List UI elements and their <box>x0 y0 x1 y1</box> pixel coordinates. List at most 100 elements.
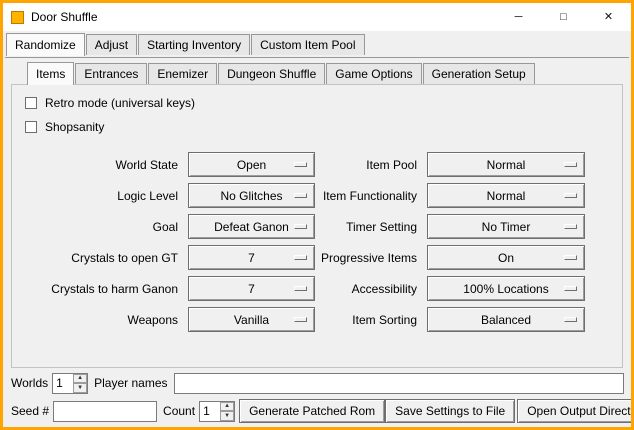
spinner-arrows: ▲ ▼ <box>220 402 234 421</box>
crystals-ganon-label: Crystals to harm Ganon <box>20 282 188 296</box>
dropdown-indicator-icon <box>564 255 577 260</box>
spin-down-icon: ▼ <box>77 385 83 391</box>
form-row: Crystals to harm Ganon 7 Accessibility 1… <box>20 273 622 304</box>
tab-custom-item-pool[interactable]: Custom Item Pool <box>251 34 364 55</box>
dropdown-indicator-icon <box>294 224 307 229</box>
logic-level-dropdown[interactable]: No Glitches <box>188 183 315 208</box>
dropdown-indicator-icon <box>294 286 307 291</box>
dropdown-value: 7 <box>248 282 255 296</box>
tab-dungeon-shuffle[interactable]: Dungeon Shuffle <box>218 63 325 84</box>
app-icon <box>11 11 24 24</box>
tab-enemizer[interactable]: Enemizer <box>148 63 217 84</box>
dropdown-value: 7 <box>248 251 255 265</box>
form-row: Weapons Vanilla Item Sorting Balanced <box>20 304 622 335</box>
spin-up-icon: ▲ <box>77 375 83 381</box>
dropdown-indicator-icon <box>564 193 577 198</box>
spinner-arrows: ▲ ▼ <box>73 374 87 393</box>
dropdown-value: Normal <box>487 158 526 172</box>
dropdown-indicator-icon <box>294 255 307 260</box>
form-row: Goal Defeat Ganon Timer Setting No Timer <box>20 211 622 242</box>
shopsanity-label: Shopsanity <box>45 120 104 134</box>
retro-mode-label: Retro mode (universal keys) <box>45 96 195 110</box>
shopsanity-row: Shopsanity <box>20 115 622 139</box>
player-names-input[interactable] <box>174 373 625 394</box>
tab-generation-setup[interactable]: Generation Setup <box>423 63 535 84</box>
seed-label: Seed # <box>11 404 49 418</box>
item-functionality-label: Item Functionality <box>315 189 427 203</box>
worlds-value: 1 <box>53 374 73 393</box>
worlds-row: Worlds 1 ▲ ▼ Player names <box>11 371 624 395</box>
dropdown-indicator-icon <box>294 317 307 322</box>
tab-starting-inventory[interactable]: Starting Inventory <box>138 34 250 55</box>
tab-items[interactable]: Items <box>27 62 74 85</box>
timer-setting-label: Timer Setting <box>315 220 427 234</box>
crystals-gt-dropdown[interactable]: 7 <box>188 245 315 270</box>
crystals-ganon-dropdown[interactable]: 7 <box>188 276 315 301</box>
goal-dropdown[interactable]: Defeat Ganon <box>188 214 315 239</box>
goal-label: Goal <box>20 220 188 234</box>
maximize-button[interactable]: □ <box>541 3 586 31</box>
count-spin-down-button[interactable]: ▼ <box>220 411 234 421</box>
spin-up-icon: ▲ <box>224 403 230 409</box>
window-title: Door Shuffle <box>31 10 98 24</box>
timer-setting-dropdown[interactable]: No Timer <box>427 214 585 239</box>
generate-patched-rom-button[interactable]: Generate Patched Rom <box>239 399 385 423</box>
weapons-dropdown[interactable]: Vanilla <box>188 307 315 332</box>
minimize-icon: ─ <box>515 12 523 23</box>
worlds-spin-down-button[interactable]: ▼ <box>73 383 87 393</box>
dropdown-indicator-icon <box>564 286 577 291</box>
tab-adjust[interactable]: Adjust <box>86 34 137 55</box>
dropdown-value: Open <box>237 158 266 172</box>
items-pane: Retro mode (universal keys) Shopsanity W… <box>11 84 623 368</box>
window: Door Shuffle ─ □ ✕ Randomize Adjust Star… <box>0 0 634 430</box>
count-spinner[interactable]: 1 ▲ ▼ <box>199 401 235 422</box>
accessibility-dropdown[interactable]: 100% Locations <box>427 276 585 301</box>
item-sorting-dropdown[interactable]: Balanced <box>427 307 585 332</box>
randomize-pane: Items Entrances Enemizer Dungeon Shuffle… <box>5 57 629 425</box>
player-names-label: Player names <box>94 376 167 390</box>
tab-game-options[interactable]: Game Options <box>326 63 421 84</box>
count-spin-up-button[interactable]: ▲ <box>220 402 234 412</box>
worlds-spinner[interactable]: 1 ▲ ▼ <box>52 373 88 394</box>
dropdown-value: Normal <box>487 189 526 203</box>
progressive-items-dropdown[interactable]: On <box>427 245 585 270</box>
tab-randomize[interactable]: Randomize <box>6 33 85 56</box>
worlds-spin-up-button[interactable]: ▲ <box>73 374 87 384</box>
world-state-label: World State <box>20 158 188 172</box>
settings-form: World State Open Item Pool Normal Logic … <box>20 149 622 335</box>
open-output-directory-button[interactable]: Open Output Directory <box>517 399 634 423</box>
form-row: World State Open Item Pool Normal <box>20 149 622 180</box>
minimize-button[interactable]: ─ <box>496 3 541 31</box>
item-functionality-dropdown[interactable]: Normal <box>427 183 585 208</box>
dropdown-value: Vanilla <box>234 313 269 327</box>
shopsanity-checkbox[interactable] <box>25 121 37 133</box>
worlds-label: Worlds <box>11 376 48 390</box>
retro-mode-row: Retro mode (universal keys) <box>20 91 622 115</box>
count-value: 1 <box>200 402 220 421</box>
primary-tab-bar: Randomize Adjust Starting Inventory Cust… <box>3 33 631 55</box>
window-controls: ─ □ ✕ <box>496 3 631 31</box>
world-state-dropdown[interactable]: Open <box>188 152 315 177</box>
retro-mode-checkbox[interactable] <box>25 97 37 109</box>
weapons-label: Weapons <box>20 313 188 327</box>
secondary-tab-bar: Items Entrances Enemizer Dungeon Shuffle… <box>5 62 629 84</box>
item-pool-dropdown[interactable]: Normal <box>427 152 585 177</box>
dropdown-indicator-icon <box>564 162 577 167</box>
item-sorting-label: Item Sorting <box>315 313 427 327</box>
count-label: Count <box>163 404 195 418</box>
dropdown-value: Defeat Ganon <box>214 220 289 234</box>
seed-input[interactable] <box>53 401 157 422</box>
dropdown-value: No Timer <box>482 220 531 234</box>
crystals-gt-label: Crystals to open GT <box>20 251 188 265</box>
tab-entrances[interactable]: Entrances <box>75 63 147 84</box>
seed-row: Seed # Count 1 ▲ ▼ Generate Patched Rom … <box>11 398 624 424</box>
form-row: Crystals to open GT 7 Progressive Items … <box>20 242 622 273</box>
close-button[interactable]: ✕ <box>586 3 631 31</box>
save-settings-button[interactable]: Save Settings to File <box>385 399 515 423</box>
close-icon: ✕ <box>604 12 613 23</box>
dropdown-indicator-icon <box>294 162 307 167</box>
dropdown-value: Balanced <box>481 313 531 327</box>
dropdown-value: 100% Locations <box>463 282 548 296</box>
dropdown-value: On <box>498 251 514 265</box>
spin-down-icon: ▼ <box>224 413 230 419</box>
